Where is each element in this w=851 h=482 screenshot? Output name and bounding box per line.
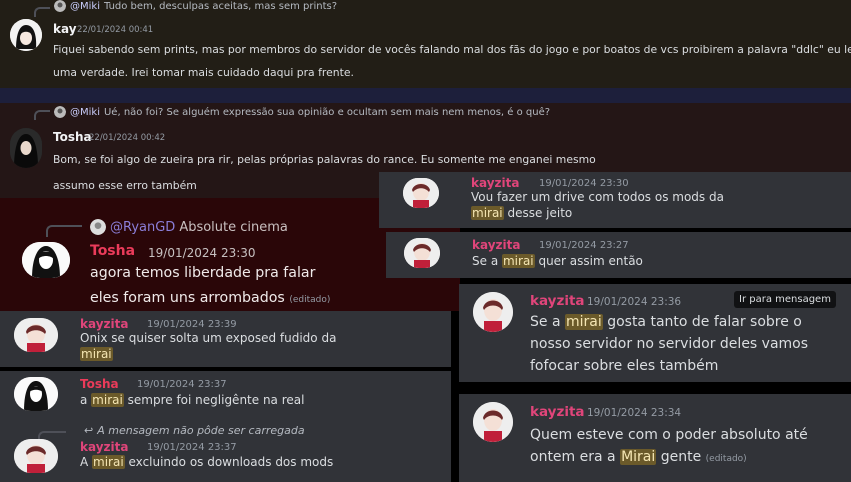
message-text: a <box>80 393 92 407</box>
author-name[interactable]: kayzita <box>80 440 128 454</box>
message-line: Fiquei sabendo sem prints, mas por membr… <box>53 43 851 56</box>
author-name[interactable]: kayzita <box>471 176 519 190</box>
message-line: A mirai excluindo os downloads dos mods <box>80 455 333 469</box>
avatar[interactable] <box>10 128 42 168</box>
timestamp: 22/01/2024 00:41 <box>77 25 154 35</box>
edited-label: (editado) <box>289 295 331 305</box>
timestamp: 19/01/2024 23:37 <box>147 442 237 453</box>
message-line: nosso servidor no servidor deles vamos <box>530 336 809 352</box>
search-highlight: mirai <box>92 455 125 469</box>
reply-spine <box>34 110 50 120</box>
timestamp: 19/01/2024 23:34 <box>587 407 682 419</box>
reply-mention[interactable]: @Miki <box>70 1 100 12</box>
message-line: Se a mirai gosta tanto de falar sobre o <box>530 314 802 330</box>
message-text: gosta tanto de falar sobre o <box>602 314 802 330</box>
timestamp: 19/01/2024 23:39 <box>147 319 237 330</box>
reply-preview[interactable]: @Miki Ué, não foi? Se alguém expressão s… <box>54 106 550 118</box>
message-kayzita-1: kayzita 19/01/2024 23:30 Vou fazer um dr… <box>379 172 851 228</box>
jump-to-message-tooltip[interactable]: Ir para mensagem <box>734 291 836 308</box>
message-text: sempre foi negligênte na real <box>123 393 305 407</box>
reply-preview[interactable]: @Miki Tudo bem, desculpas aceitas, mas s… <box>54 0 337 12</box>
message-text: ontem era a <box>530 449 621 465</box>
message-text: eles foram uns arrombados <box>90 290 285 306</box>
message-line: agora temos liberdade pra falar <box>90 265 316 281</box>
message-text: Se a <box>530 314 565 330</box>
avatar[interactable] <box>14 439 58 473</box>
avatar[interactable] <box>14 377 58 411</box>
message-kayzita-4: kayzita 19/01/2024 23:39 Onix se quiser … <box>0 311 451 367</box>
message-kayzita-2: kayzita 19/01/2024 23:27 Se a mirai quer… <box>386 232 851 278</box>
author-name[interactable]: Tosha <box>53 130 92 144</box>
message-tosha-3: Tosha 19/01/2024 23:37 a mirai sempre fo… <box>0 371 451 421</box>
message-line: assumo esse erro também <box>53 179 197 192</box>
reply-avatar-icon <box>90 219 106 235</box>
message-kayzita-3: kayzita 19/01/2024 23:36 Ir para mensage… <box>459 284 851 382</box>
message-line: fofocar sobre eles também <box>530 358 719 374</box>
author-name[interactable]: kayzita <box>80 317 128 331</box>
timestamp: 19/01/2024 23:27 <box>539 240 629 251</box>
message-kayzita-6: kayzita 19/01/2024 23:34 Quem esteve com… <box>459 394 851 482</box>
author-name[interactable]: kayzita <box>530 293 585 309</box>
author-name[interactable]: kay <box>53 22 77 36</box>
timestamp: 19/01/2024 23:30 <box>539 178 629 189</box>
message-line: eles foram uns arrombados (editado) <box>90 290 330 306</box>
message-line: Quem esteve com o poder absoluto até <box>530 427 808 443</box>
message-line: Vou fazer um drive com todos os mods da <box>471 190 724 204</box>
search-highlight: mirai <box>80 347 113 361</box>
search-highlight: Mirai <box>620 449 657 465</box>
avatar[interactable] <box>403 178 439 208</box>
reply-spine <box>34 7 50 17</box>
message-line: uma verdade. Irei tomar mais cuidado daq… <box>53 66 354 79</box>
message-line: Bom, se foi algo de zueira pra rir, pela… <box>53 153 596 166</box>
avatar[interactable] <box>10 19 42 51</box>
message-text: desse jeito <box>503 206 573 220</box>
reply-text: Tudo bem, desculpas aceitas, mas sem pri… <box>103 0 338 12</box>
message-line: Se a mirai quer assim então <box>472 254 643 268</box>
message-kayzita-5: ↩ A mensagem não pôde ser carregada kayz… <box>0 421 451 482</box>
avatar[interactable] <box>473 292 513 332</box>
author-name[interactable]: kayzita <box>472 238 520 252</box>
message-line: mirai desse jeito <box>471 206 572 220</box>
message-line: Onix se quiser solta um exposed fudido d… <box>80 331 337 345</box>
message-line: mirai <box>80 347 113 361</box>
reply-text: A mensagem não pôde ser carregada <box>97 424 305 437</box>
message-text: A <box>80 455 93 469</box>
avatar[interactable] <box>14 318 58 352</box>
timestamp: 19/01/2024 23:37 <box>137 379 227 390</box>
author-name[interactable]: Tosha <box>80 377 119 391</box>
message-text: excluindo os downloads dos mods <box>124 455 334 469</box>
reply-preview[interactable]: @RyanGD Absolute cinema <box>90 219 288 235</box>
reply-arrow-icon: ↩ <box>84 424 94 437</box>
reply-text: Absolute cinema <box>179 219 288 235</box>
edited-label: (editado) <box>705 454 747 464</box>
reply-avatar-icon <box>54 0 66 12</box>
search-highlight: mirai <box>564 314 603 330</box>
avatar[interactable] <box>22 242 70 278</box>
search-highlight: mirai <box>91 393 124 407</box>
author-name[interactable]: kayzita <box>530 404 585 420</box>
timestamp: 19/01/2024 23:36 <box>587 296 682 308</box>
message-text: gente <box>656 449 702 465</box>
reply-spine <box>46 225 82 237</box>
message-line: a mirai sempre foi negligênte na real <box>80 393 304 407</box>
reply-preview: ↩ A mensagem não pôde ser carregada <box>84 424 305 437</box>
message-line: ontem era a Mirai gente (editado) <box>530 449 747 465</box>
reply-text: Ué, não foi? Se alguém expressão sua opi… <box>103 106 551 118</box>
message-text: Se a <box>472 254 502 268</box>
avatar[interactable] <box>473 402 513 442</box>
search-highlight: mirai <box>501 254 535 268</box>
divider <box>0 88 851 103</box>
reply-avatar-icon <box>54 106 66 118</box>
timestamp: 22/01/2024 00:42 <box>89 133 166 143</box>
reply-mention[interactable]: @Miki <box>70 107 100 118</box>
author-name[interactable]: Tosha <box>90 243 135 259</box>
timestamp: 19/01/2024 23:30 <box>148 246 256 260</box>
search-highlight: mirai <box>471 206 504 220</box>
reply-mention[interactable]: @RyanGD <box>110 220 175 235</box>
message-kay-1: @Miki Tudo bem, desculpas aceitas, mas s… <box>0 0 851 88</box>
message-text: quer assim então <box>534 254 643 268</box>
avatar[interactable] <box>404 238 440 268</box>
